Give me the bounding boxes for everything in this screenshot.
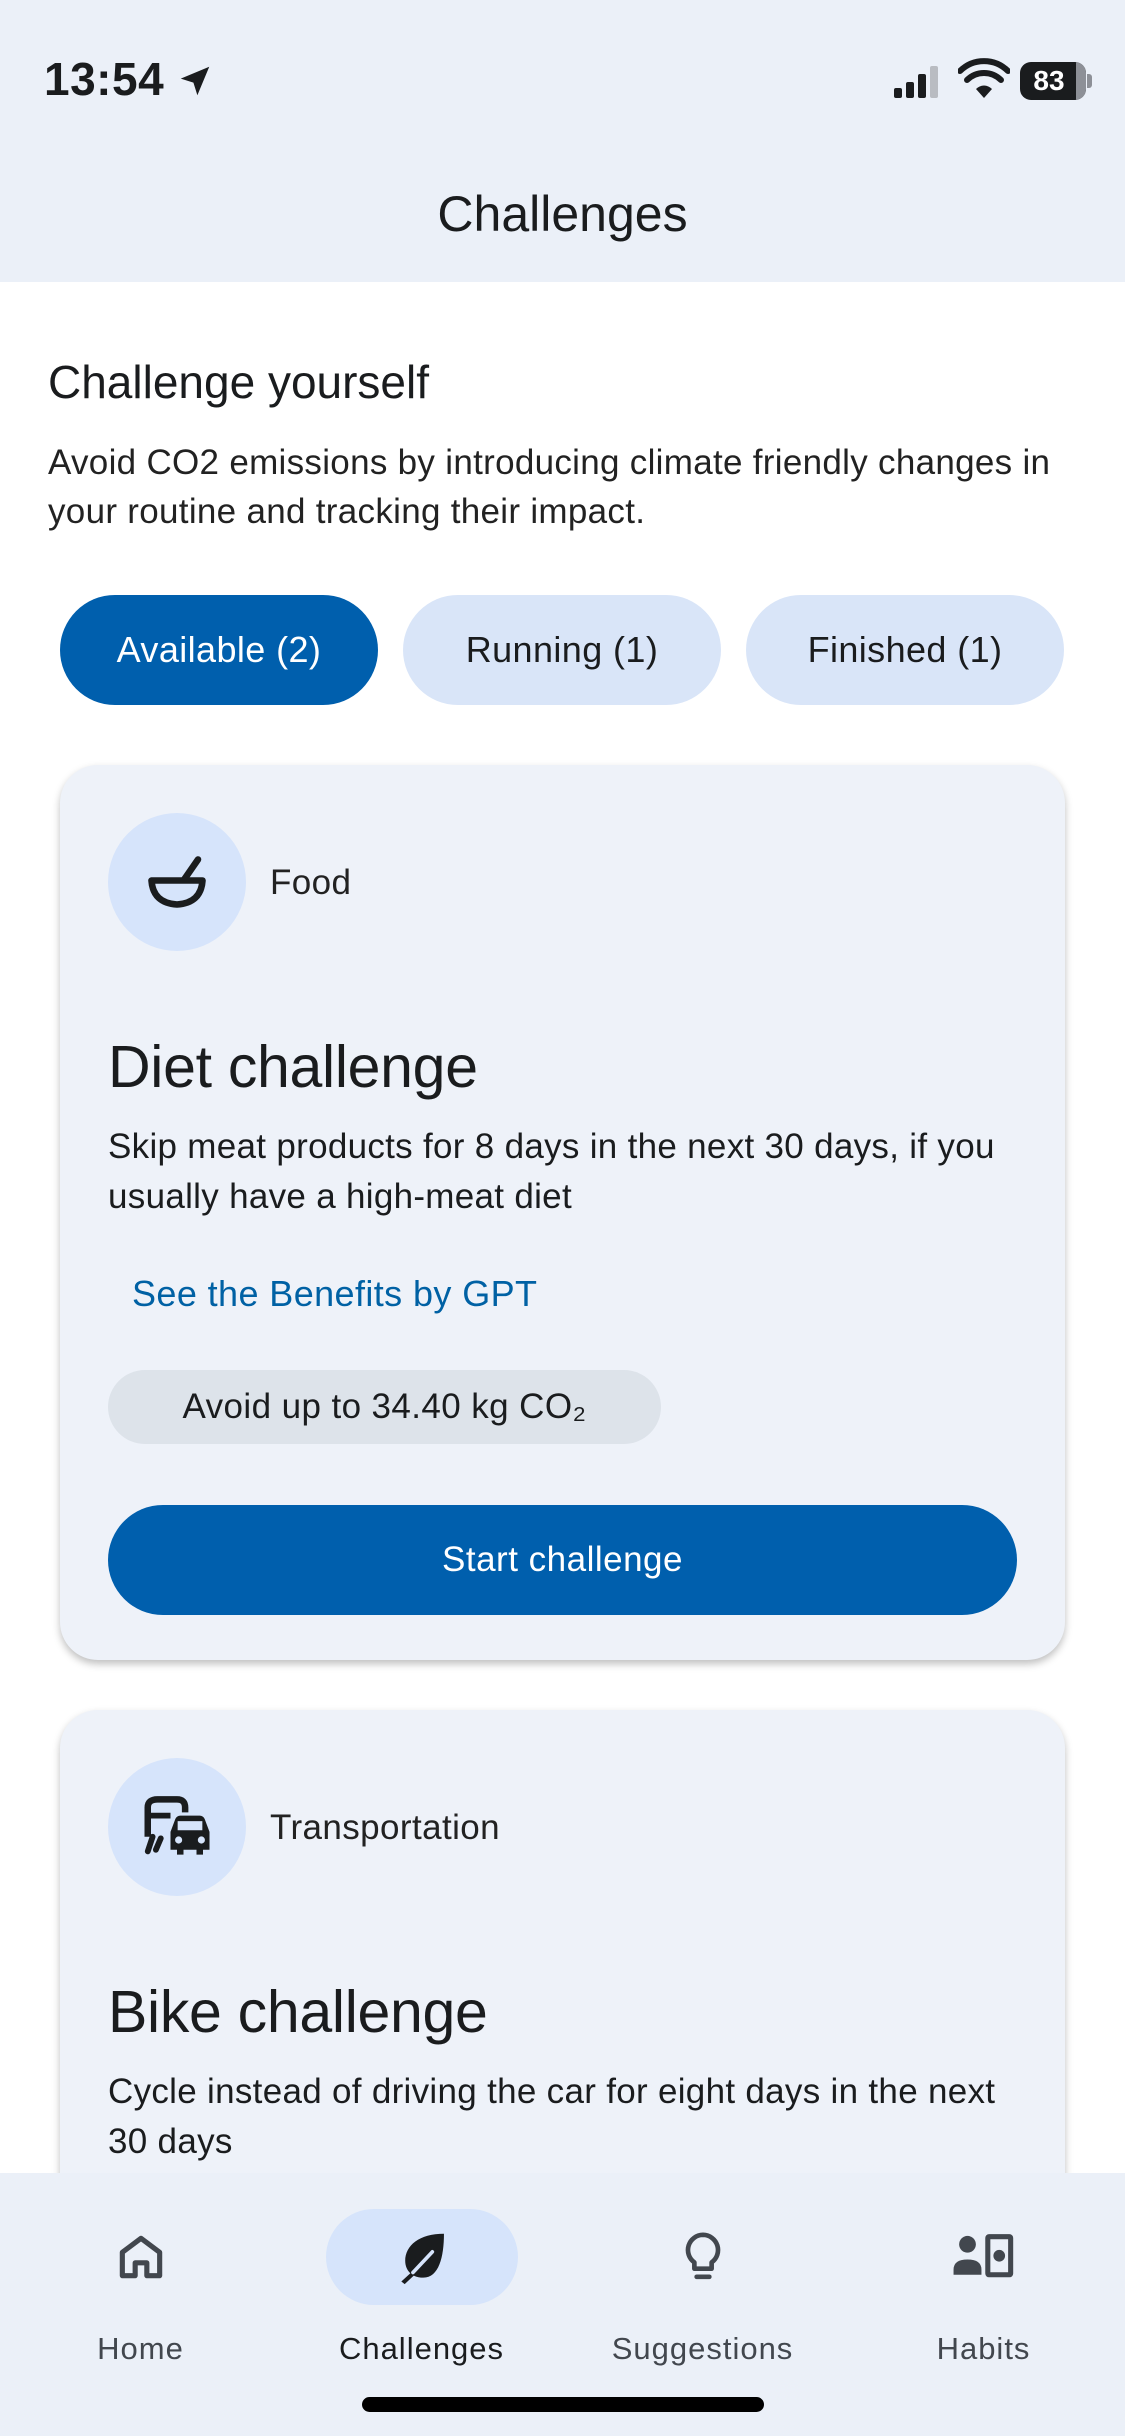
section-title: Challenge yourself: [48, 356, 430, 408]
co2-savings-chip: Avoid up to 34.40 kg CO₂: [108, 1370, 661, 1444]
lightbulb-icon: [685, 2232, 720, 2280]
category-icon-badge: [108, 1758, 246, 1896]
nav-label: Habits: [936, 2331, 1031, 2366]
nav-suggestions[interactable]: Suggestions: [562, 2173, 843, 2373]
category-icon-badge: [108, 813, 246, 951]
tab-finished[interactable]: Finished (1): [746, 595, 1064, 705]
start-challenge-button[interactable]: Start challenge: [108, 1505, 1017, 1615]
nav-home[interactable]: Home: [0, 2173, 281, 2373]
section-description: Avoid CO2 emissions by introducing clima…: [48, 443, 1051, 531]
nav-label: Challenges: [338, 2331, 505, 2366]
challenge-title: Diet challenge: [108, 1034, 478, 1100]
nav-label: Home: [97, 2331, 184, 2366]
cellular-signal-icon: [894, 66, 938, 98]
category-label: Food: [270, 863, 352, 902]
nav-challenges[interactable]: Challenges: [281, 2173, 562, 2373]
tab-available[interactable]: Available (2): [60, 595, 378, 705]
challenge-card-diet: Food Diet challenge Skip meat products f…: [60, 765, 1065, 1660]
battery-level: 83: [1033, 65, 1065, 96]
home-icon: [119, 2235, 162, 2279]
leaf-icon: [400, 2233, 444, 2285]
category-label: Transportation: [270, 1808, 500, 1847]
page-title: Challenges: [437, 186, 688, 242]
bowl-icon: [148, 856, 206, 908]
nav-label: Suggestions: [611, 2331, 794, 2366]
challenge-description: Cycle instead of driving the car for eig…: [108, 2072, 996, 2161]
home-indicator: [362, 2397, 764, 2412]
top-app-bar: 13:54 83 Challenges: [0, 0, 1125, 282]
location-arrow-icon: [180, 66, 210, 96]
habits-icon: [953, 2234, 1013, 2278]
nav-habits[interactable]: Habits: [843, 2173, 1124, 2373]
commute-icon: [144, 1796, 210, 1855]
battery-indicator: 83: [1020, 62, 1092, 100]
challenge-description: Skip meat products for 8 days in the nex…: [108, 1127, 995, 1216]
tab-running[interactable]: Running (1): [403, 595, 721, 705]
status-time: 13:54: [44, 53, 165, 105]
challenge-title: Bike challenge: [108, 1979, 488, 2045]
wifi-icon: [958, 58, 1010, 98]
see-benefits-link[interactable]: See the Benefits by GPT: [132, 1273, 537, 1315]
